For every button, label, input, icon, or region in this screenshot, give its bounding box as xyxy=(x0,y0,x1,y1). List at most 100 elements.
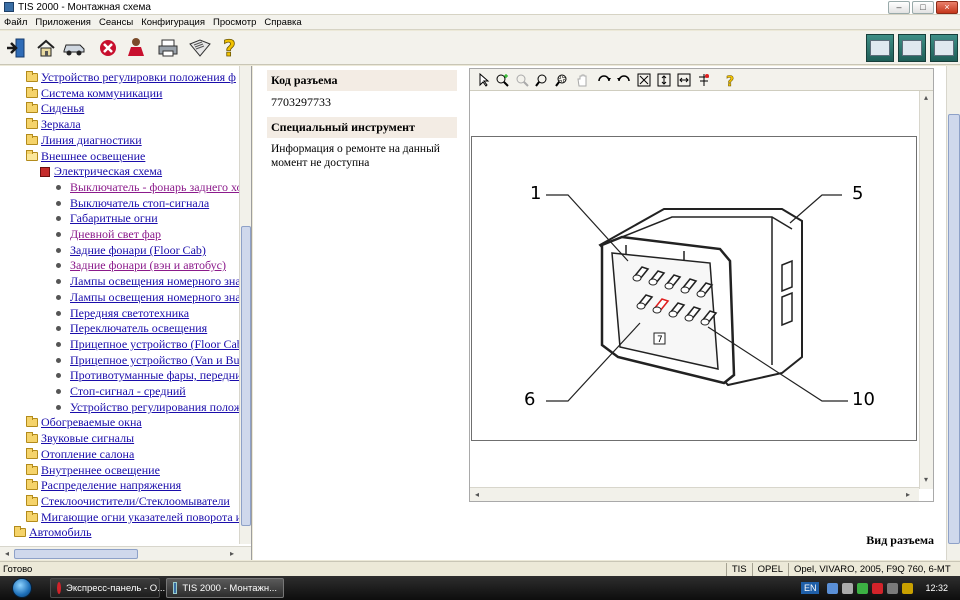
tree-item-label[interactable]: Лампы освещения номерного зна xyxy=(70,290,240,305)
tree-item[interactable]: Внешнее освещение xyxy=(26,149,145,164)
tree-item[interactable]: Передняя светотехника xyxy=(56,306,189,321)
tree-item-label[interactable]: Прицепное устройство (Floor Cab xyxy=(70,337,240,352)
exit-button[interactable] xyxy=(4,36,28,60)
minimize-button[interactable]: – xyxy=(888,0,910,14)
help-button[interactable]: ? xyxy=(218,36,242,60)
menu-applications[interactable]: Приложения xyxy=(31,17,95,28)
tree-item[interactable]: Задние фонари (Floor Cab) xyxy=(56,243,206,258)
menu-configuration[interactable]: Конфигурация xyxy=(137,17,209,28)
zoom-in-button[interactable] xyxy=(494,72,510,88)
print-button[interactable] xyxy=(156,36,180,60)
tree-item-label[interactable]: Противотуманные фары, передни xyxy=(70,368,240,383)
tray-network-icon[interactable] xyxy=(827,582,839,594)
tree-item-label[interactable]: Сиденья xyxy=(41,101,84,116)
viewer-scroll-left-icon[interactable]: ◂ xyxy=(471,489,483,501)
tree-item-label[interactable]: Стоп-сигнал - средний xyxy=(70,384,186,399)
antialias-button[interactable] xyxy=(696,72,712,88)
manual-button[interactable] xyxy=(188,36,212,60)
tree-item[interactable]: Автомобиль xyxy=(14,525,91,540)
tray-antivirus-icon[interactable] xyxy=(872,582,884,594)
tray-device-icon[interactable] xyxy=(842,582,854,594)
tree-item-label[interactable]: Звуковые сигналы xyxy=(41,431,134,446)
connector-diagram-canvas[interactable]: 7 1 5 6 10 xyxy=(471,136,917,441)
tree-item[interactable]: Выключатель - фонарь заднего хо xyxy=(56,180,240,195)
tree-item-label[interactable]: Габаритные огни xyxy=(70,211,158,226)
tree-item-label[interactable]: Электрическая схема xyxy=(54,164,162,179)
task-opera[interactable]: Экспресс-панель - О... xyxy=(50,578,165,598)
tree-item[interactable]: Лампы освещения номерного зна xyxy=(56,290,240,305)
tree-item-label[interactable]: Задние фонари (вэн и автобус) xyxy=(70,258,226,273)
tree-item-label[interactable]: Внутреннее освещение xyxy=(41,463,160,478)
task-tis[interactable]: TIS 2000 - Монтажн... xyxy=(166,578,284,598)
tree-item[interactable]: Внутреннее освещение xyxy=(26,463,160,478)
fit-height-button[interactable] xyxy=(656,72,672,88)
start-button[interactable] xyxy=(0,576,44,600)
tray-clock[interactable]: 12:32 xyxy=(925,583,948,593)
tree-item[interactable]: Система коммуникации xyxy=(26,86,162,101)
tray-power-icon[interactable] xyxy=(902,582,914,594)
diagnostic-button[interactable] xyxy=(866,34,894,62)
tree-item[interactable]: Мигающие огни указателей поворота и xyxy=(26,510,240,525)
viewer-help-button[interactable]: ? xyxy=(722,72,738,88)
menu-file[interactable]: Файл xyxy=(0,17,31,28)
tree-item-label[interactable]: Отопление салона xyxy=(41,447,134,462)
tree-item[interactable]: Габаритные огни xyxy=(56,211,158,226)
tree-item-label[interactable]: Передняя светотехника xyxy=(70,306,189,321)
tree-item[interactable]: Выключатель стоп-сигнала xyxy=(56,196,209,211)
tree-item-label[interactable]: Дневной свет фар xyxy=(70,227,161,242)
tree-scroll-thumb[interactable] xyxy=(241,226,251,526)
tree-item-label[interactable]: Линия диагностики xyxy=(41,133,142,148)
tree-item[interactable]: Стеклоочистители/Стеклоомыватели xyxy=(26,494,230,509)
tree-item[interactable]: Устройство регулировки положения ф xyxy=(26,70,236,85)
tree-item[interactable]: Задние фонари (вэн и автобус) xyxy=(56,258,226,273)
tree-item-label[interactable]: Внешнее освещение xyxy=(41,149,145,164)
tree-item-label[interactable]: Система коммуникации xyxy=(41,86,162,101)
menu-view[interactable]: Просмотр xyxy=(209,17,260,28)
rotate-ccw-button[interactable] xyxy=(616,72,632,88)
tree-item-label[interactable]: Стеклоочистители/Стеклоомыватели xyxy=(41,494,230,509)
fit-all-button[interactable] xyxy=(636,72,652,88)
tree-item[interactable]: Звуковые сигналы xyxy=(26,431,134,446)
tree-horizontal-scrollbar[interactable]: ◂ ▸ xyxy=(0,546,251,560)
pan-button[interactable] xyxy=(574,72,590,88)
tree-item-label[interactable]: Выключатель - фонарь заднего хо xyxy=(70,180,240,195)
tree-item-label[interactable]: Зеркала xyxy=(41,117,81,132)
zoom-button[interactable] xyxy=(534,72,550,88)
close-button[interactable]: × xyxy=(936,0,958,14)
tree-item[interactable]: Дневной свет фар xyxy=(56,227,161,242)
tree-item[interactable]: Зеркала xyxy=(26,117,81,132)
tree-item[interactable]: Обогреваемые окна xyxy=(26,415,142,430)
scroll-down-icon[interactable]: ▾ xyxy=(920,474,932,486)
language-indicator[interactable]: EN xyxy=(800,582,820,594)
vehicle-button[interactable] xyxy=(62,36,86,60)
tree-item[interactable]: Прицепное устройство (Van и Bus xyxy=(56,353,240,368)
select-tool-button[interactable] xyxy=(476,72,492,88)
tree-vertical-scrollbar[interactable] xyxy=(239,66,251,544)
tree-item[interactable]: Стоп-сигнал - средний xyxy=(56,384,186,399)
tree-item-label[interactable]: Прицепное устройство (Van и Bus xyxy=(70,353,240,368)
tree-item-label[interactable]: Автомобиль xyxy=(29,525,91,540)
scroll-left-icon[interactable]: ◂ xyxy=(1,548,13,560)
menu-help[interactable]: Справка xyxy=(260,17,305,28)
tree-item-label[interactable]: Переключатель освещения xyxy=(70,321,207,336)
viewer-horizontal-scrollbar[interactable]: ◂ ▸ xyxy=(470,487,919,501)
home-button[interactable] xyxy=(34,36,58,60)
tree-item-label[interactable]: Обогреваемые окна xyxy=(41,415,142,430)
content-vertical-scrollbar[interactable] xyxy=(946,66,960,560)
tree-item[interactable]: Лампы освещения номерного зна xyxy=(56,274,240,289)
tree-item[interactable]: Устройство регулирования полож xyxy=(56,400,240,415)
tree-item[interactable]: Прицепное устройство (Floor Cab xyxy=(56,337,240,352)
scroll-right-icon[interactable]: ▸ xyxy=(226,548,238,560)
tray-volume-icon[interactable] xyxy=(887,582,899,594)
tree-item-label[interactable]: Выключатель стоп-сигнала xyxy=(70,196,209,211)
stop-button[interactable] xyxy=(96,36,120,60)
tree-item-label[interactable]: Распределение напряжения xyxy=(41,478,181,493)
maximize-button[interactable]: □ xyxy=(912,0,934,14)
person-button[interactable] xyxy=(124,36,148,60)
tree-item-label[interactable]: Устройство регулировки положения ф xyxy=(41,70,236,85)
tree-item[interactable]: Отопление салона xyxy=(26,447,134,462)
viewer-scroll-right-icon[interactable]: ▸ xyxy=(902,489,914,501)
zoom-area-button[interactable] xyxy=(554,72,570,88)
menu-sessions[interactable]: Сеансы xyxy=(95,17,137,28)
tree-item-label[interactable]: Устройство регулирования полож xyxy=(70,400,240,415)
